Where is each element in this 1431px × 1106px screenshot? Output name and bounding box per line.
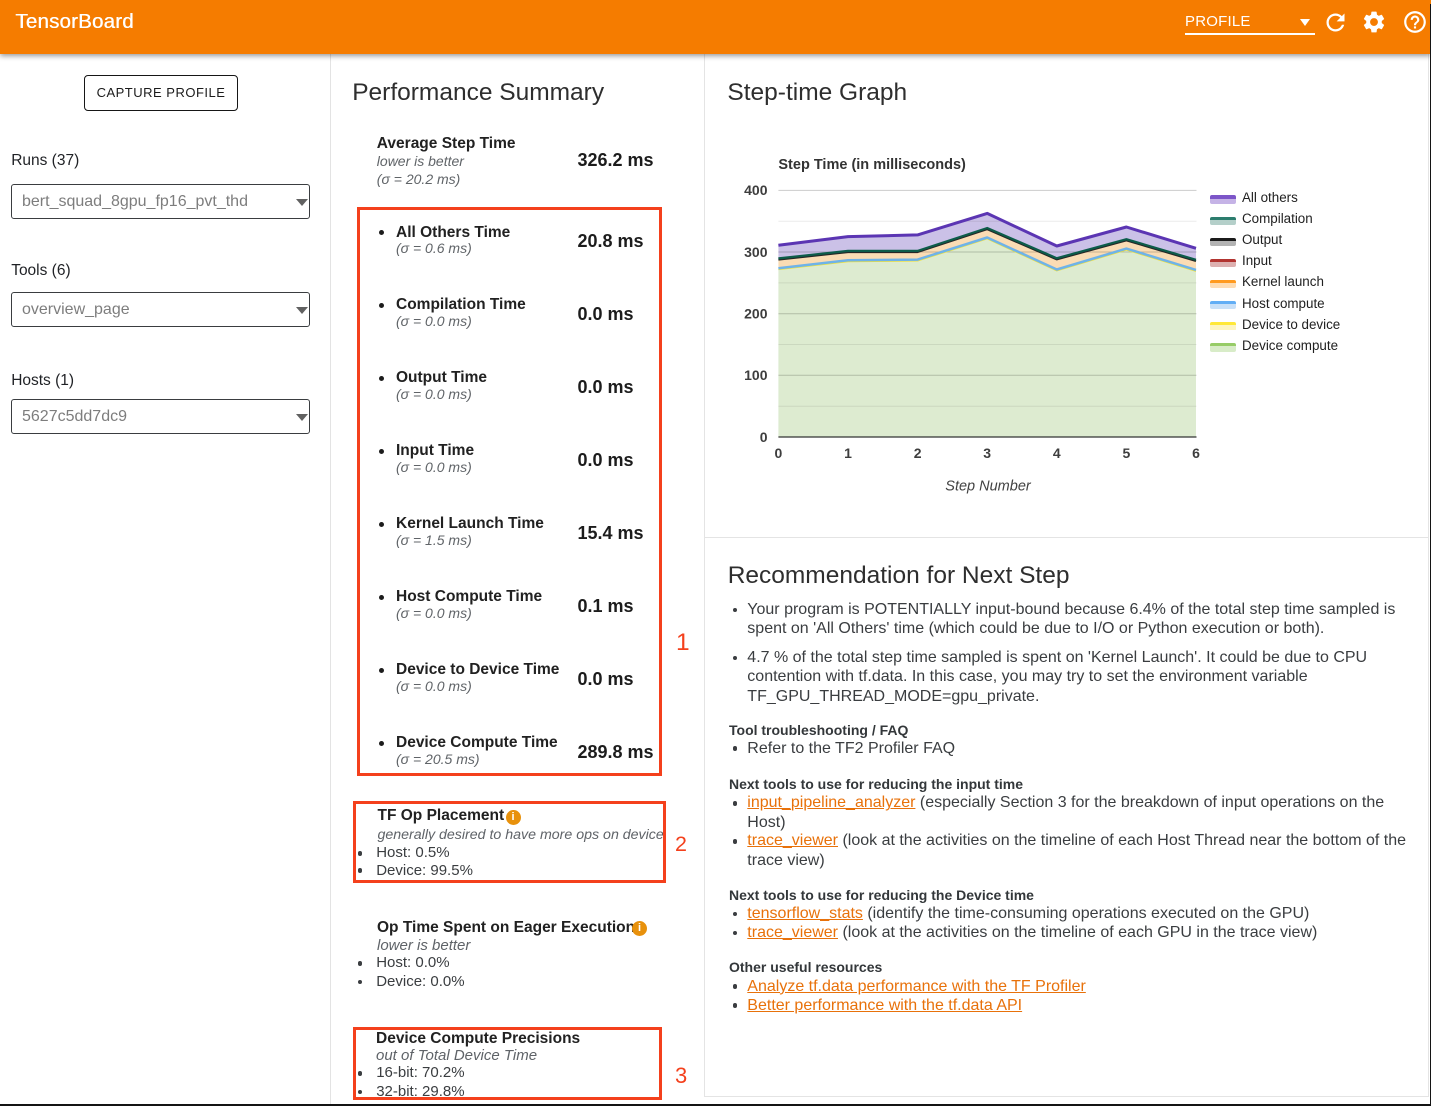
svg-text:4: 4 xyxy=(1053,445,1061,461)
svg-text:100: 100 xyxy=(744,367,768,383)
svg-text:0: 0 xyxy=(775,445,783,461)
svg-text:0: 0 xyxy=(760,429,768,445)
svg-text:2: 2 xyxy=(914,445,922,461)
svg-text:Step Number: Step Number xyxy=(945,479,1032,495)
svg-text:1: 1 xyxy=(844,445,852,461)
svg-text:6: 6 xyxy=(1192,445,1200,461)
svg-text:5: 5 xyxy=(1123,445,1131,461)
svg-text:3: 3 xyxy=(983,445,991,461)
svg-text:200: 200 xyxy=(744,306,768,322)
svg-text:400: 400 xyxy=(744,182,768,198)
svg-text:300: 300 xyxy=(744,244,768,260)
svg-text:Step Time (in milliseconds): Step Time (in milliseconds) xyxy=(778,157,966,173)
